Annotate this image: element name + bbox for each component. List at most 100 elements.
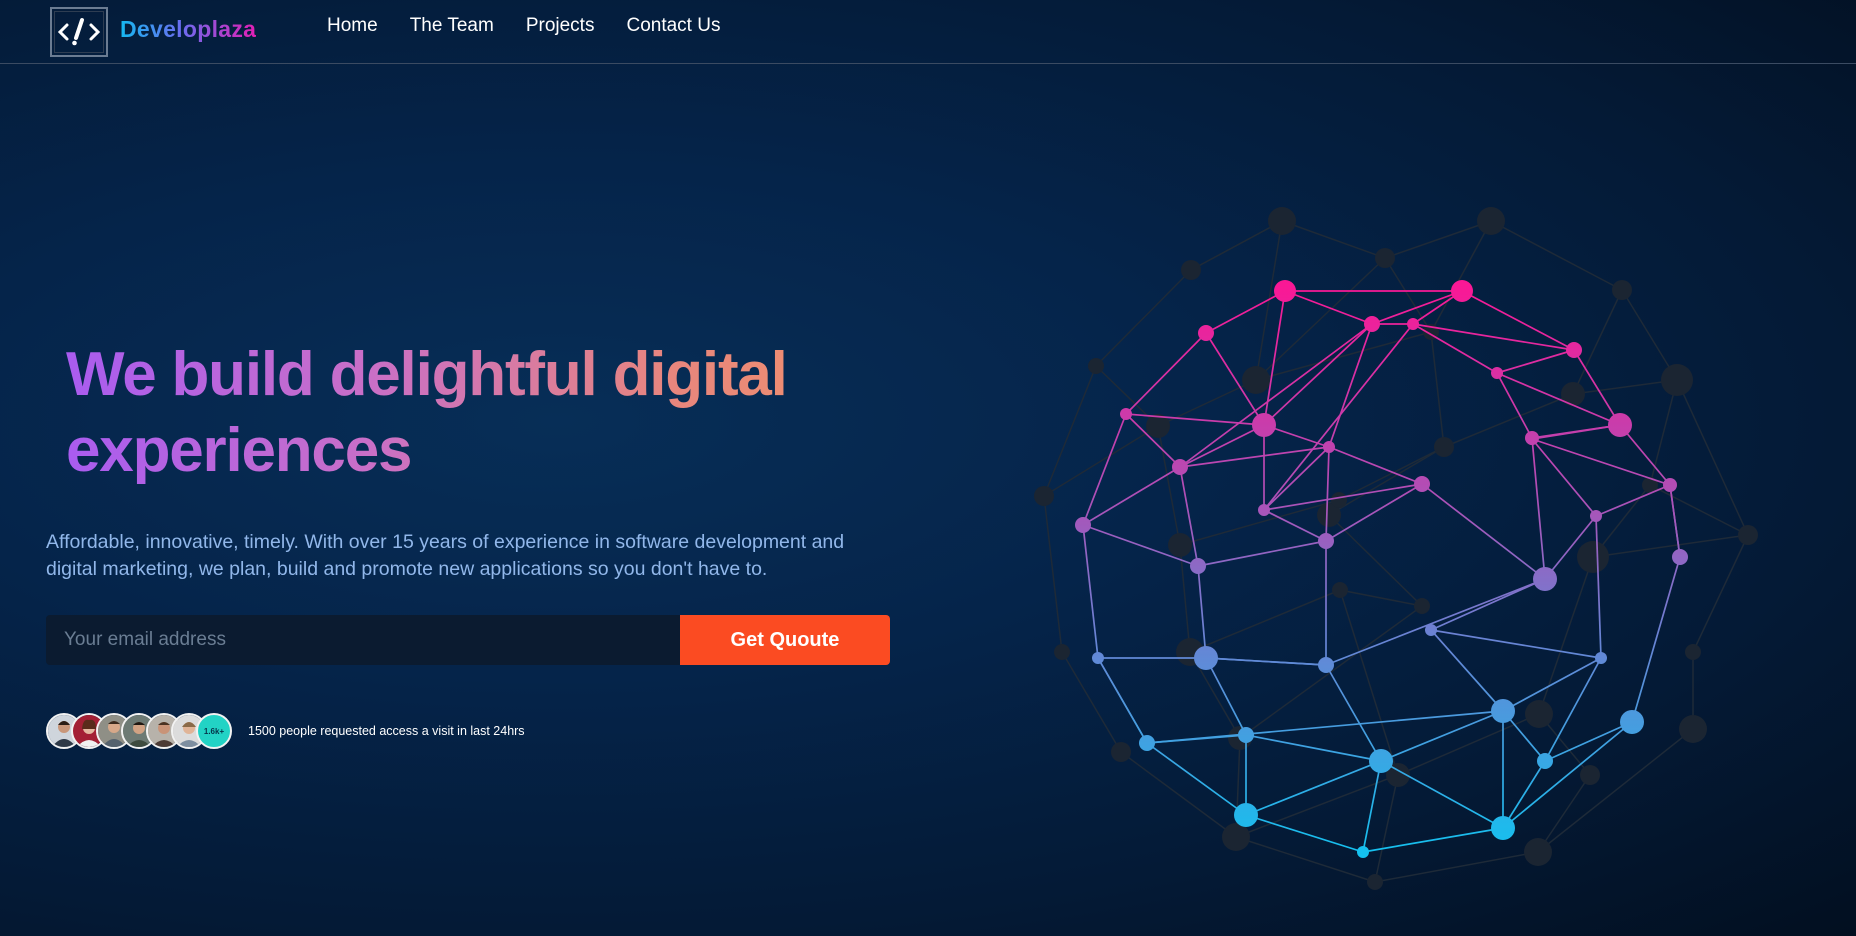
network-node: [1198, 325, 1214, 341]
network-link: [1197, 540, 1327, 567]
network-link: [1082, 413, 1127, 526]
network-node: [1274, 280, 1296, 302]
network-link: [1490, 220, 1623, 291]
hero-title-line-2: experiences: [66, 416, 412, 485]
network-link: [1430, 220, 1492, 333]
brand-name[interactable]: Developlaza: [120, 16, 256, 43]
network-link: [1362, 760, 1382, 853]
network-link: [1157, 425, 1181, 546]
network-link: [1595, 484, 1671, 517]
network-node: [1234, 803, 1258, 827]
network-link: [1676, 379, 1749, 536]
network-link: [1325, 578, 1546, 666]
network-node: [1238, 727, 1254, 743]
network-node: [1332, 582, 1348, 598]
nav-link-projects[interactable]: Projects: [526, 15, 595, 37]
network-node: [1318, 657, 1334, 673]
network-node: [1524, 838, 1552, 866]
network-node: [1331, 492, 1347, 508]
network-node: [1092, 652, 1104, 664]
network-node: [1685, 644, 1701, 660]
quote-form: Get Quoute: [46, 615, 890, 665]
network-link: [1205, 290, 1286, 334]
logo-icon[interactable]: [50, 7, 108, 57]
network-node: [1608, 413, 1632, 437]
network-link: [1245, 734, 1382, 762]
network-link: [1043, 425, 1159, 497]
network-link: [1531, 424, 1621, 440]
network-node: [1369, 749, 1393, 773]
network-link: [1189, 589, 1341, 653]
network-link: [1255, 220, 1283, 381]
get-quote-button[interactable]: Get Quoute: [680, 615, 890, 665]
network-node: [1590, 510, 1602, 522]
network-node: [1252, 413, 1276, 437]
network-link: [1263, 509, 1327, 542]
network-link: [1421, 483, 1546, 580]
network-node: [1407, 318, 1419, 330]
network-node: [1537, 753, 1553, 769]
social-proof: 1.6k+ 1500 people requested access a vis…: [46, 713, 525, 749]
network-node: [1367, 874, 1383, 890]
network-link: [1146, 742, 1247, 816]
network-link: [1443, 393, 1574, 448]
network-node: [1181, 260, 1201, 280]
hero-description-line-2: digital marketing, we plan, build and pr…: [46, 558, 768, 580]
network-globe-illustration: [1034, 207, 1758, 890]
network-link: [1082, 466, 1181, 526]
network-node: [1491, 816, 1515, 840]
network-node: [1075, 517, 1091, 533]
network-link: [1384, 220, 1492, 259]
network-node: [1222, 823, 1250, 851]
avatar-group: 1.6k+: [46, 713, 232, 749]
network-node: [1661, 364, 1693, 396]
network-link: [1537, 728, 1694, 853]
email-input[interactable]: [46, 615, 680, 665]
network-link: [1095, 269, 1192, 367]
network-node: [1672, 549, 1688, 565]
network-node: [1172, 459, 1188, 475]
network-node: [1525, 700, 1553, 728]
network-node: [1258, 504, 1270, 516]
network-node: [1323, 441, 1335, 453]
network-link: [1061, 651, 1122, 753]
network-node: [1577, 541, 1609, 573]
nav-link-home[interactable]: Home: [327, 15, 378, 37]
network-link: [1125, 332, 1207, 415]
network-link: [1544, 721, 1633, 762]
network-link: [1325, 664, 1382, 762]
network-node: [1375, 248, 1395, 268]
network-link: [1157, 379, 1257, 427]
nav-link-the-team[interactable]: The Team: [410, 15, 494, 37]
network-link: [1430, 629, 1504, 712]
network-link: [1595, 515, 1602, 659]
network-node: [1425, 624, 1437, 636]
network-link: [1374, 774, 1399, 883]
network-node: [1054, 644, 1070, 660]
network-link: [1205, 657, 1247, 736]
top-navbar: Developlaza Home The Team Projects Conta…: [0, 0, 1856, 64]
network-link: [1339, 589, 1423, 607]
network-link: [1374, 851, 1539, 883]
network-node: [1168, 533, 1192, 557]
network-link: [1380, 710, 1504, 762]
network-link: [1082, 524, 1099, 659]
nav-link-contact-us[interactable]: Contact Us: [626, 15, 720, 37]
code-slash-icon: [57, 18, 101, 46]
network-link: [1235, 836, 1376, 883]
network-node: [1595, 652, 1607, 664]
network-node: [1088, 358, 1104, 374]
network-node: [1451, 280, 1473, 302]
network-node: [1566, 342, 1582, 358]
network-link: [1190, 220, 1283, 271]
network-node: [1533, 567, 1557, 591]
network-node: [1612, 280, 1632, 300]
network-link: [1531, 438, 1671, 486]
network-link: [1338, 446, 1445, 501]
hero-title: We build delightful digital experiences: [66, 337, 826, 489]
network-node: [1120, 408, 1132, 420]
network-link: [1502, 721, 1633, 829]
network-node: [1526, 433, 1538, 445]
network-link: [1263, 323, 1373, 426]
network-node: [1477, 207, 1505, 235]
